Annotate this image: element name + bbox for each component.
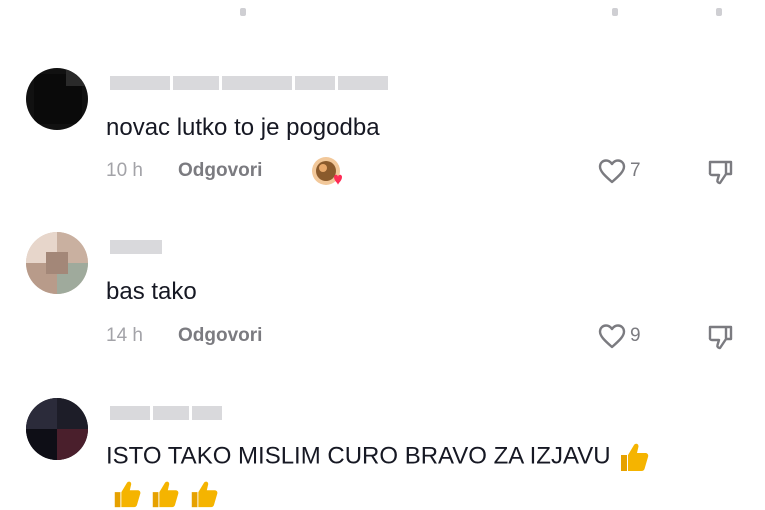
thumbs-down-icon: [708, 160, 733, 185]
like-count: 9: [630, 325, 641, 346]
comment-text: novac lutko to je pogodba: [106, 114, 380, 141]
comment-text: bas tako: [106, 278, 197, 305]
comment-meta: 14 h Odgovori: [106, 325, 262, 347]
like-button[interactable]: 7: [598, 158, 641, 184]
thumbs-down-icon: [708, 325, 733, 350]
heart-outline-icon: [598, 159, 626, 184]
comment-time: 10 h: [106, 160, 143, 181]
reply-button[interactable]: Odgovori: [178, 160, 262, 182]
comment-text-content: ISTO TAKO MISLIM CURO BRAVO ZA IZJAVU: [106, 442, 611, 470]
previous-comment-remnant: [0, 0, 765, 28]
comment-meta: 10 h Odgovori: [106, 160, 262, 182]
comment-time: 14 h: [106, 325, 143, 346]
like-button[interactable]: 9: [598, 323, 641, 349]
heart-outline-icon: [598, 324, 626, 349]
thumbs-up-icon: [114, 481, 141, 508]
thumbs-up-icon: [153, 481, 179, 508]
dislike-button[interactable]: [706, 323, 734, 356]
avatar[interactable]: [26, 68, 88, 130]
dislike-button[interactable]: [706, 158, 734, 191]
avatar[interactable]: [26, 232, 88, 294]
like-count: 7: [630, 160, 641, 181]
thumbs-up-icon: [191, 481, 218, 508]
username-blurred[interactable]: [110, 240, 162, 254]
username-blurred[interactable]: [110, 76, 388, 90]
reply-button[interactable]: Odgovori: [178, 325, 262, 347]
creator-liked-icon: [310, 155, 346, 191]
username-blurred[interactable]: [110, 406, 222, 420]
comment-text: ISTO TAKO MISLIM CURO BRAVO ZA IZJAVU: [106, 440, 651, 474]
avatar[interactable]: [26, 398, 88, 460]
emoji-row: [110, 478, 221, 510]
thumbs-up-icon: [621, 443, 649, 471]
